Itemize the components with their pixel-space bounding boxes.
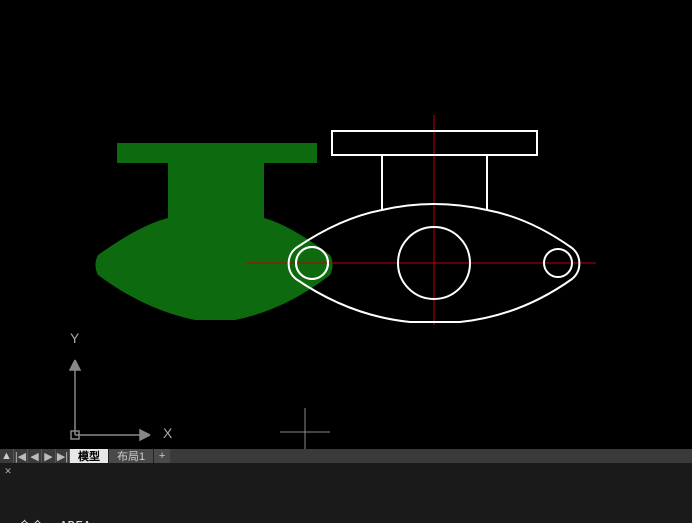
plus-icon: +: [159, 450, 165, 462]
first-icon: |◀: [15, 450, 26, 463]
tab-model[interactable]: 模型: [70, 449, 109, 463]
tab-nav-next[interactable]: ▶: [42, 449, 56, 463]
tab-label: 模型: [78, 448, 100, 464]
command-line-area[interactable]: ✕ 命令: AREA 指定第一个点或 [对象(O)/添加(A)/减去(S)]<对…: [0, 463, 692, 523]
command-close-icon[interactable]: ✕: [2, 465, 14, 477]
last-icon: ▶|: [57, 450, 68, 463]
layout-tab-bar: ▲ |◀ ◀ ▶ ▶| 模型 布局1 +: [0, 449, 692, 463]
green-fill-shape: [95, 143, 332, 320]
tab-menu-toggle[interactable]: ▲: [0, 449, 14, 463]
tab-nav-last[interactable]: ▶|: [56, 449, 70, 463]
cad-canvas: [0, 0, 692, 449]
tab-add[interactable]: +: [154, 449, 170, 463]
tab-label: 布局1: [117, 448, 145, 464]
tab-nav-first[interactable]: |◀: [14, 449, 28, 463]
drawing-viewport[interactable]: X Y: [0, 0, 692, 449]
next-icon: ▶: [44, 450, 52, 463]
ucs-icon: [70, 360, 150, 440]
prev-icon: ◀: [30, 450, 38, 463]
axis-y-label: Y: [70, 330, 79, 346]
tab-nav-prev[interactable]: ◀: [28, 449, 42, 463]
triangle-up-icon: ▲: [1, 450, 12, 462]
tab-layout1[interactable]: 布局1: [109, 449, 154, 463]
cursor-crosshair: [280, 408, 330, 449]
axis-x-label: X: [163, 425, 172, 441]
command-history-line: 命令: AREA: [18, 519, 688, 523]
